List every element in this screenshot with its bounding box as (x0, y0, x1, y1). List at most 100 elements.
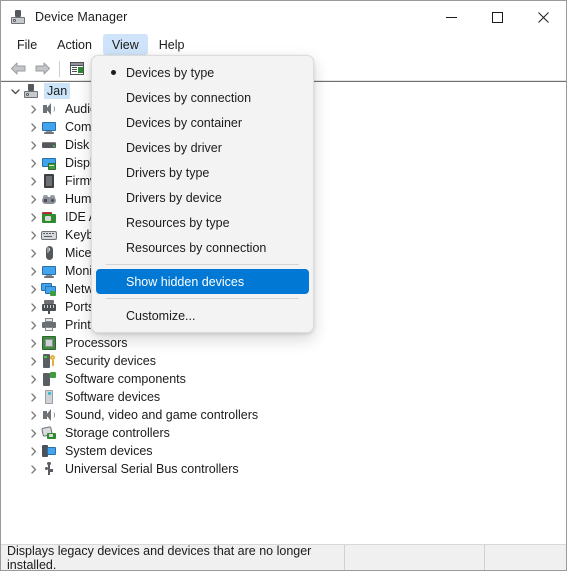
computer-icon (23, 83, 39, 99)
chevron-right-icon[interactable] (25, 299, 41, 315)
status-message: Displays legacy devices and devices that… (1, 544, 345, 570)
tree-item-processors[interactable]: Processors (1, 334, 566, 352)
chevron-right-icon[interactable] (25, 173, 41, 189)
menu-item-label: Devices by driver (126, 140, 222, 155)
menu-item-resources-by-connection[interactable]: Resources by connection (96, 235, 309, 260)
menu-item-label: Resources by connection (126, 240, 267, 255)
software-component-icon (41, 371, 57, 387)
chevron-right-icon[interactable] (25, 443, 41, 459)
security-device-icon (41, 353, 57, 369)
tree-item-label: Storage controllers (65, 426, 170, 440)
chevron-right-icon[interactable] (25, 317, 41, 333)
tree-item-label: Software components (65, 372, 186, 386)
tree-item-sound-video-game[interactable]: Sound, video and game controllers (1, 406, 566, 424)
chevron-right-icon[interactable] (25, 371, 41, 387)
tree-root-label: Jan (44, 83, 71, 99)
disk-drive-icon (41, 137, 57, 153)
menu-item-devices-by-container[interactable]: Devices by container (96, 110, 309, 135)
chevron-right-icon[interactable] (25, 119, 41, 135)
menu-item-devices-by-driver[interactable]: Devices by driver (96, 135, 309, 160)
tree-item-label: System devices (65, 444, 153, 458)
usb-icon (41, 461, 57, 477)
menu-item-drivers-by-device[interactable]: Drivers by device (96, 185, 309, 210)
menu-help[interactable]: Help (150, 34, 194, 55)
properties-icon[interactable] (65, 58, 89, 80)
monitor-icon (41, 119, 57, 135)
chevron-down-icon[interactable] (7, 83, 23, 99)
tree-item-software-devices[interactable]: Software devices (1, 388, 566, 406)
menu-item-label: Drivers by device (126, 190, 222, 205)
device-manager-icon (10, 9, 26, 25)
chevron-right-icon[interactable] (25, 389, 41, 405)
close-icon[interactable] (520, 1, 566, 33)
titlebar: Device Manager (1, 1, 566, 33)
speaker-icon (41, 407, 57, 423)
speaker-icon (41, 101, 57, 117)
chevron-right-icon[interactable] (25, 245, 41, 261)
ide-controller-icon (41, 209, 57, 225)
chevron-right-icon[interactable] (25, 155, 41, 171)
software-device-icon (41, 389, 57, 405)
menu-item-devices-by-type[interactable]: Devices by type (96, 60, 309, 85)
chevron-right-icon[interactable] (25, 227, 41, 243)
port-icon (41, 299, 57, 315)
chevron-right-icon[interactable] (25, 191, 41, 207)
device-manager-window: Device Manager File Action View Help Jan… (0, 0, 567, 571)
chevron-right-icon[interactable] (25, 461, 41, 477)
view-dropdown-menu: Devices by type Devices by connection De… (91, 55, 314, 333)
chevron-right-icon[interactable] (25, 137, 41, 153)
printer-icon (41, 317, 57, 333)
menu-item-drivers-by-type[interactable]: Drivers by type (96, 160, 309, 185)
monitor-icon (41, 263, 57, 279)
chevron-right-icon[interactable] (25, 209, 41, 225)
menu-item-label: Devices by connection (126, 90, 252, 105)
forward-arrow-icon[interactable] (30, 58, 54, 80)
menu-view[interactable]: View (102, 34, 148, 55)
toolbar-separator (59, 60, 60, 77)
firmware-chip-icon (41, 173, 57, 189)
tree-item-storage-controllers[interactable]: Storage controllers (1, 424, 566, 442)
keyboard-icon (41, 227, 57, 243)
status-pane-3 (485, 545, 566, 570)
chevron-right-icon[interactable] (25, 407, 41, 423)
menu-item-label: Show hidden devices (126, 274, 245, 289)
tree-item-software-components[interactable]: Software components (1, 370, 566, 388)
chevron-right-icon[interactable] (25, 335, 41, 351)
menu-separator (106, 264, 299, 265)
chevron-right-icon[interactable] (25, 263, 41, 279)
menu-file[interactable]: File (8, 34, 46, 55)
menu-item-label: Devices by container (126, 115, 243, 130)
menu-item-label: Customize... (126, 308, 196, 323)
status-pane-2 (345, 545, 485, 570)
chevron-right-icon[interactable] (25, 281, 41, 297)
minimize-icon[interactable] (428, 1, 474, 33)
storage-controller-icon (41, 425, 57, 441)
chevron-right-icon[interactable] (25, 425, 41, 441)
menu-item-customize[interactable]: Customize... (96, 303, 309, 328)
menu-action[interactable]: Action (48, 34, 101, 55)
menu-item-label: Drivers by type (126, 165, 210, 180)
menu-item-label: Resources by type (126, 215, 230, 230)
menu-item-devices-by-connection[interactable]: Devices by connection (96, 85, 309, 110)
tree-item-label: Sound, video and game controllers (65, 408, 259, 422)
chevron-right-icon[interactable] (25, 101, 41, 117)
tree-item-label: Security devices (65, 354, 157, 368)
gamepad-icon (41, 191, 57, 207)
menu-item-resources-by-type[interactable]: Resources by type (96, 210, 309, 235)
tree-item-label: Software devices (65, 390, 161, 404)
back-arrow-icon[interactable] (6, 58, 30, 80)
network-adapter-icon (41, 281, 57, 297)
menubar: File Action View Help (1, 33, 566, 56)
menu-item-label: Devices by type (126, 65, 215, 80)
maximize-icon[interactable] (474, 1, 520, 33)
window-controls (428, 1, 566, 33)
statusbar: Displays legacy devices and devices that… (1, 544, 566, 570)
menu-separator (106, 298, 299, 299)
menu-item-show-hidden-devices[interactable]: Show hidden devices (96, 269, 309, 294)
tree-item-label: Processors (65, 336, 128, 350)
display-adapter-icon (41, 155, 57, 171)
tree-item-usb-controllers[interactable]: Universal Serial Bus controllers (1, 460, 566, 478)
tree-item-security-devices[interactable]: Security devices (1, 352, 566, 370)
chevron-right-icon[interactable] (25, 353, 41, 369)
tree-item-system-devices[interactable]: System devices (1, 442, 566, 460)
